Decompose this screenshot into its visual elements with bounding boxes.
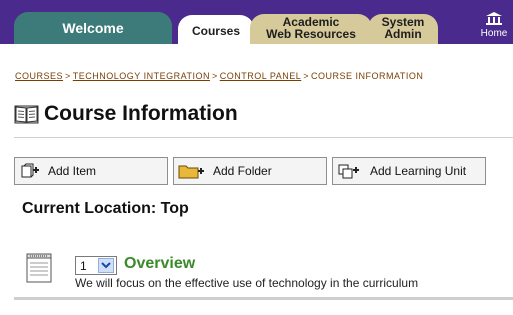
breadcrumb-separator: > <box>65 71 71 81</box>
item-order-select[interactable]: 1 <box>75 256 117 275</box>
add-item-icon <box>21 163 39 178</box>
tab-academic-line2: Web Resources <box>266 27 356 41</box>
header-divider <box>14 137 513 138</box>
breadcrumb-separator: > <box>303 71 310 81</box>
home-label: Home <box>480 28 508 39</box>
breadcrumb-separator: > <box>211 71 218 81</box>
breadcrumb-courses[interactable]: COURSES <box>15 71 63 81</box>
book-icon <box>14 105 39 124</box>
add-learning-unit-icon <box>338 164 359 179</box>
breadcrumb-current-page: COURSE INFORMATION <box>311 71 424 81</box>
tab-courses[interactable]: Courses <box>178 15 254 44</box>
add-folder-label: Add Folder <box>213 164 272 178</box>
tab-system-admin[interactable]: System Admin <box>368 14 438 44</box>
tab-welcome[interactable]: Welcome <box>14 12 172 44</box>
item-title-link[interactable]: Overview <box>124 255 195 273</box>
item-order-value: 1 <box>80 258 87 273</box>
add-item-button[interactable]: Add Item <box>14 157 168 185</box>
home-button[interactable]: Home <box>476 12 512 39</box>
chevron-down-icon[interactable] <box>98 258 114 273</box>
home-icon <box>486 12 502 25</box>
content-bottom-divider <box>14 297 513 300</box>
add-folder-button[interactable]: Add Folder <box>173 157 327 185</box>
page-title: Course Information <box>44 102 238 125</box>
tab-academic-web-resources[interactable]: Academic Web Resources <box>250 14 372 44</box>
document-icon <box>26 253 52 283</box>
tab-system-line2: Admin <box>384 27 422 41</box>
current-location-heading: Current Location: Top <box>22 200 189 217</box>
add-learning-unit-button[interactable]: Add Learning Unit <box>332 157 486 185</box>
add-item-label: Add Item <box>48 164 97 178</box>
breadcrumb: COURSES > TECHNOLOGY INTEGRATION > CONTROL P… <box>15 71 513 81</box>
breadcrumb-control-panel[interactable]: CONTROL PANEL <box>220 71 302 81</box>
breadcrumb-technology-integration[interactable]: TECHNOLOGY INTEGRATION <box>73 71 210 81</box>
add-learning-unit-label: Add Learning Unit <box>370 164 467 178</box>
top-navigation-bar: Welcome Courses Academic Web Resources S… <box>0 0 513 44</box>
page-header: Course Information <box>14 100 238 128</box>
item-description: We will focus on the effective use of te… <box>75 276 419 290</box>
add-folder-icon <box>178 165 204 179</box>
